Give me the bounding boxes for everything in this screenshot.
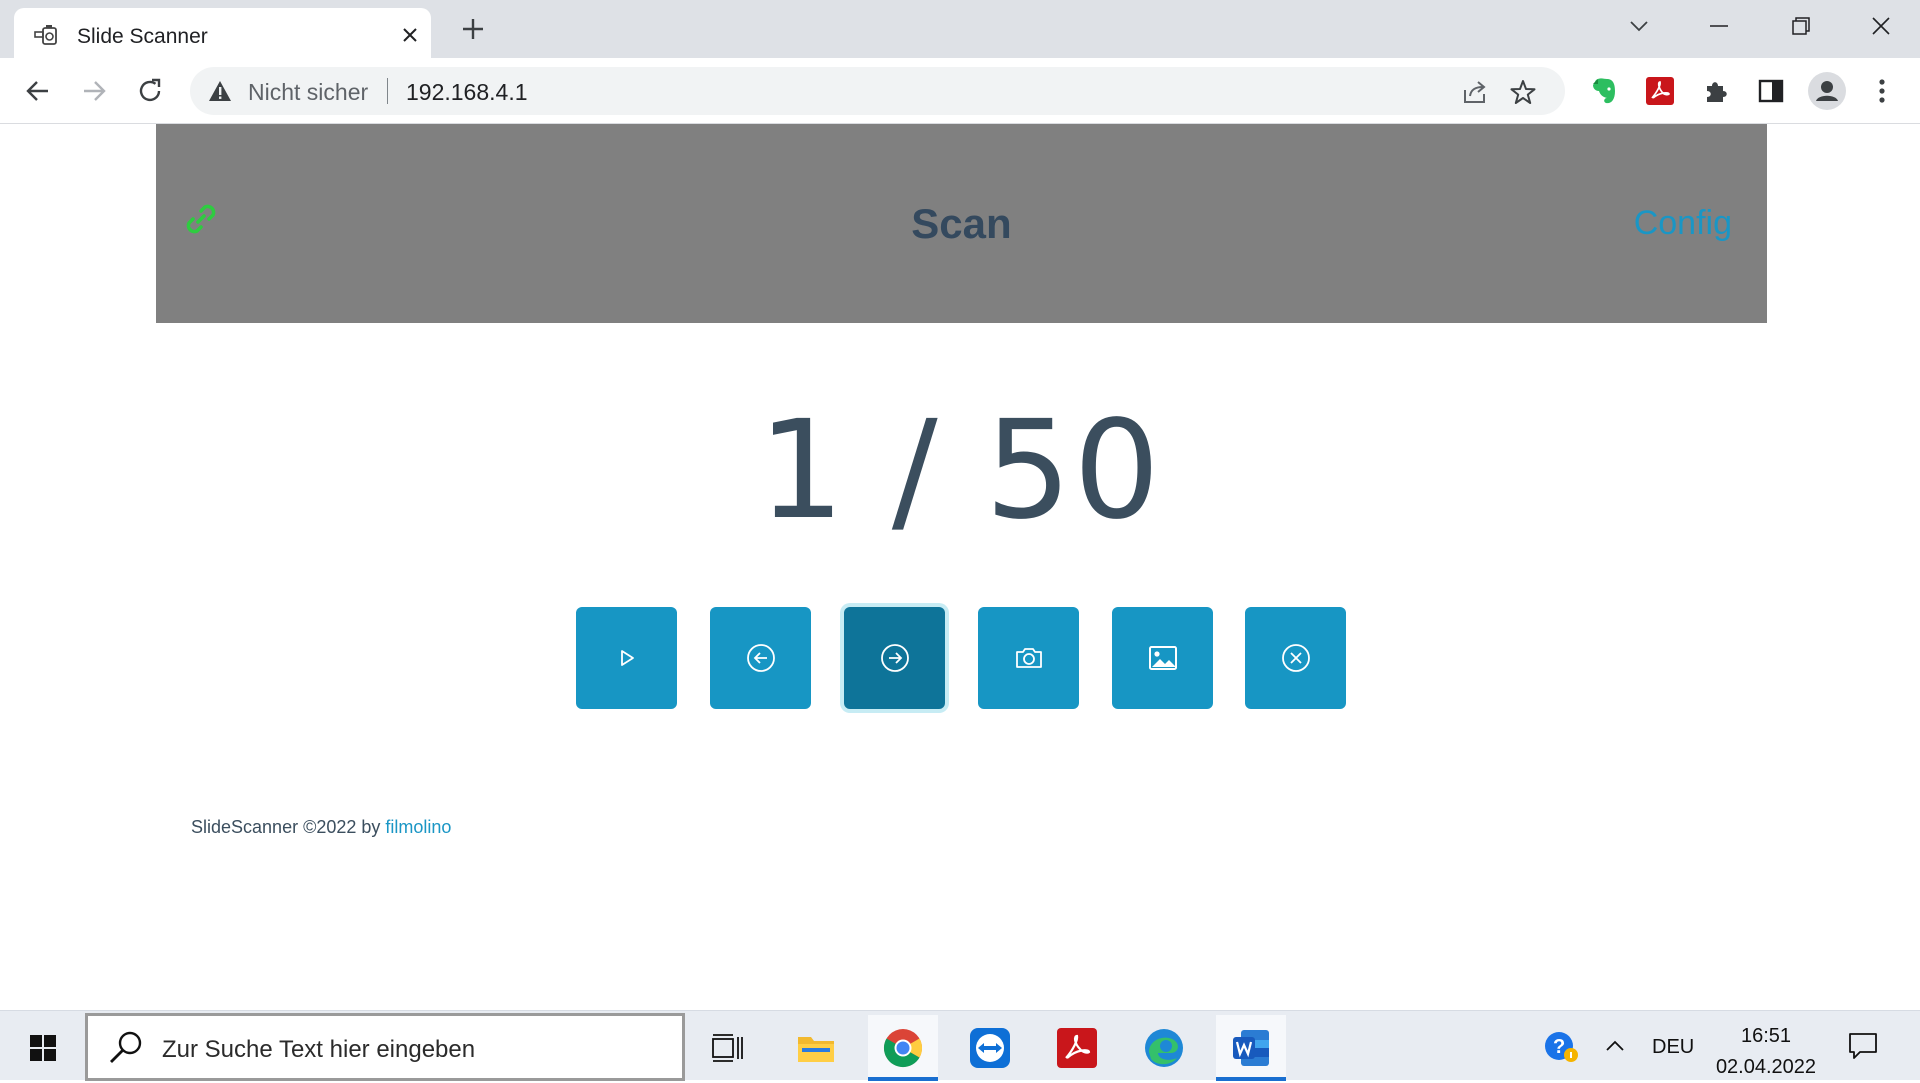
- taskbar: Zur Suche Text hier eingeben ? DEU 16:51…: [0, 1010, 1920, 1083]
- file-explorer-icon[interactable]: [781, 1015, 851, 1081]
- page-title: Scan: [911, 200, 1012, 247]
- warning-icon[interactable]: [208, 80, 232, 102]
- footer-link[interactable]: filmolino: [385, 817, 451, 837]
- capture-button[interactable]: [978, 607, 1079, 709]
- menu-kebab-icon[interactable]: [1863, 72, 1901, 110]
- edge-icon[interactable]: [1129, 1015, 1199, 1081]
- play-icon: [620, 650, 634, 666]
- share-icon[interactable]: [1460, 77, 1490, 107]
- camera-icon: [1015, 648, 1042, 668]
- footer-text: SlideScanner ©2022 by: [191, 817, 386, 837]
- url-text[interactable]: 192.168.4.1: [406, 79, 528, 106]
- new-tab-button[interactable]: [457, 13, 489, 45]
- chevron-up-icon[interactable]: [1603, 1031, 1627, 1061]
- help-tray-icon[interactable]: ?: [1542, 1029, 1582, 1065]
- close-window-icon[interactable]: [1858, 6, 1904, 46]
- previous-button[interactable]: [710, 607, 811, 709]
- image-button[interactable]: [1112, 607, 1213, 709]
- page-footer: SlideScanner ©2022 by filmolino: [191, 817, 451, 838]
- arrow-right-circle-icon: [880, 644, 909, 672]
- tab-close-icon[interactable]: [395, 20, 425, 50]
- tab-strip: Slide Scanner: [0, 0, 1920, 58]
- svg-text:?: ?: [1553, 1036, 1565, 1058]
- browser-tab[interactable]: Slide Scanner: [14, 8, 431, 58]
- bookmark-star-icon[interactable]: [1508, 77, 1538, 107]
- extensions-puzzle-icon[interactable]: [1697, 72, 1735, 110]
- omnibox-separator: [387, 78, 388, 104]
- restore-icon[interactable]: [1778, 6, 1824, 46]
- forward-arrow-icon[interactable]: [75, 72, 113, 110]
- back-arrow-icon[interactable]: [19, 72, 57, 110]
- browser-toolbar: Nicht sicher 192.168.4.1: [0, 58, 1920, 124]
- cancel-button[interactable]: [1245, 607, 1346, 709]
- search-placeholder: Zur Suche Text hier eingeben: [162, 1036, 476, 1063]
- clock-time: 16:51: [1740, 1025, 1792, 1047]
- clock[interactable]: 16:51 02.04.2022: [1708, 1021, 1824, 1083]
- running-indicator: [1216, 1077, 1286, 1081]
- reload-icon[interactable]: [131, 72, 169, 110]
- side-panel-icon[interactable]: [1752, 72, 1790, 110]
- tab-search-chevron-icon[interactable]: [1616, 6, 1662, 46]
- chrome-taskbar-icon[interactable]: [868, 1015, 938, 1081]
- tab-title: Slide Scanner: [77, 25, 208, 48]
- minimize-icon[interactable]: [1696, 6, 1742, 46]
- arrow-left-circle-icon: [746, 644, 775, 672]
- image-icon: [1148, 646, 1177, 670]
- address-bar[interactable]: Nicht sicher 192.168.4.1: [190, 67, 1565, 115]
- search-icon: [110, 1031, 142, 1063]
- word-icon[interactable]: [1216, 1015, 1286, 1081]
- scanner-favicon-icon: [34, 25, 57, 45]
- language-indicator[interactable]: DEU: [1652, 1036, 1694, 1059]
- security-label[interactable]: Nicht sicher: [248, 79, 368, 106]
- slide-counter: 1 / 50: [758, 392, 1162, 550]
- acrobat-extension-icon[interactable]: [1641, 72, 1679, 110]
- teamviewer-icon[interactable]: [955, 1015, 1025, 1081]
- taskbar-search-box[interactable]: Zur Suche Text hier eingeben: [85, 1013, 685, 1081]
- next-button[interactable]: [844, 607, 945, 709]
- running-indicator: [868, 1077, 938, 1081]
- page-header: Scan Config: [156, 124, 1767, 323]
- acrobat-reader-icon[interactable]: [1042, 1015, 1112, 1081]
- task-view-icon[interactable]: [693, 1015, 763, 1081]
- notification-icon[interactable]: [1846, 1029, 1880, 1063]
- close-circle-icon: [1281, 644, 1310, 672]
- windows-start-icon[interactable]: [18, 1027, 68, 1069]
- evernote-extension-icon[interactable]: [1585, 72, 1623, 110]
- profile-avatar-icon[interactable]: [1808, 72, 1846, 110]
- clock-date: 02.04.2022: [1715, 1056, 1817, 1078]
- config-link[interactable]: Config: [1634, 204, 1732, 243]
- play-button[interactable]: [576, 607, 677, 709]
